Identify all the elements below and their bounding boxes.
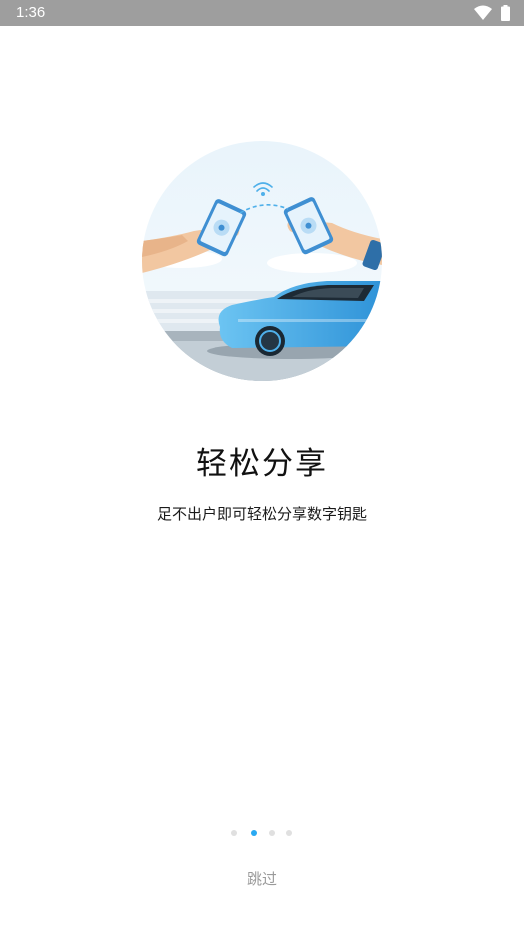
sharing-illustration <box>142 141 382 381</box>
page-dot-2-active <box>251 830 257 836</box>
wifi-icon <box>474 5 492 20</box>
page-title: 轻松分享 <box>196 446 328 482</box>
page-dot-3 <box>269 830 275 836</box>
status-time: 1:36 <box>16 4 46 21</box>
battery-icon <box>501 5 510 21</box>
status-bar: 1:36 <box>0 0 524 26</box>
skip-button[interactable]: 跳过 <box>212 866 312 892</box>
page-dot-1 <box>231 830 237 836</box>
page-subtitle: 足不出户即可轻松分享数字钥匙 <box>156 505 367 523</box>
page-dot-4 <box>286 830 292 836</box>
page-indicator <box>229 829 299 837</box>
